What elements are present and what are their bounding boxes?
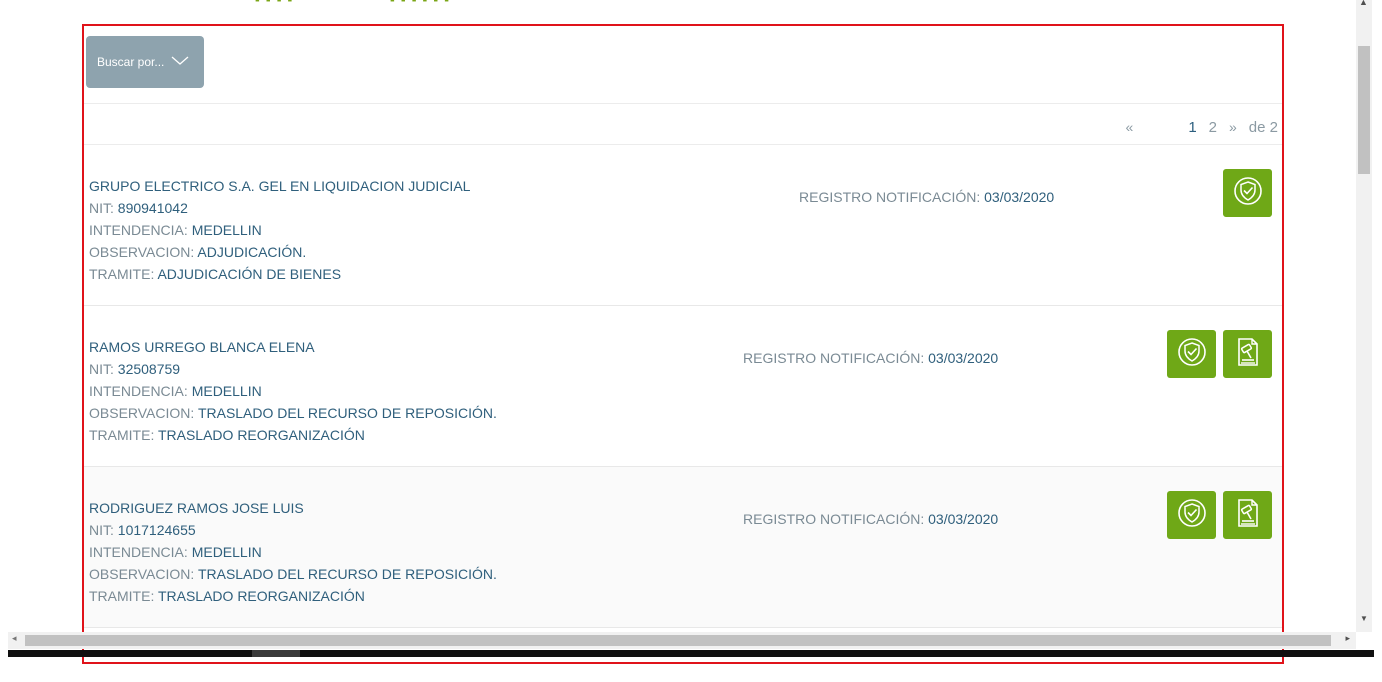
entity-name[interactable]: RAMOS URREGO BLANCA ELENA [89, 339, 315, 355]
tramite-label: TRAMITE: [89, 427, 158, 443]
vertical-scroll-thumb[interactable] [1358, 46, 1370, 174]
tramite-label: TRAMITE: [89, 588, 158, 604]
gavel-document-icon [1233, 497, 1263, 534]
search-by-label: Buscar por... [97, 55, 165, 69]
nit-label: NIT: [89, 361, 118, 377]
result-info: RODRIGUEZ RAMOS JOSE LUIS NIT: 101712465… [89, 497, 497, 607]
intendencia-value: MEDELLIN [191, 222, 262, 238]
scroll-up-icon[interactable]: ▲ [1359, 0, 1368, 7]
tramite-label: TRAMITE: [89, 266, 158, 282]
registro-notificacion: REGISTRO NOTIFICACIÓN: 03/03/2020 [743, 511, 998, 527]
cut-off-header-text: ▪ ▪ ▪ ▪ ▪ ▪ ▪ ▪ ▪ ▪ [0, 0, 1350, 7]
tramite-value: TRASLADO REORGANIZACIÓN [157, 588, 365, 604]
pagination: « 1 2 » de 2 [1126, 117, 1278, 137]
intendencia-value: MEDELLIN [191, 544, 262, 560]
taskbar-item[interactable] [252, 650, 300, 657]
horizontal-scroll-thumb[interactable] [25, 635, 1331, 646]
divider [84, 103, 1282, 104]
registro-date: 03/03/2020 [928, 350, 999, 366]
pagination-page-2[interactable]: 2 [1209, 119, 1217, 136]
legal-document-button[interactable] [1223, 491, 1272, 539]
scroll-right-icon[interactable]: ▸ [1345, 633, 1350, 644]
vertical-scrollbar[interactable]: ▲ ▼ [1356, 0, 1372, 632]
pagination-page-1[interactable]: 1 [1188, 119, 1196, 136]
registro-date: 03/03/2020 [984, 189, 1055, 205]
scroll-down-icon[interactable]: ▼ [1360, 614, 1368, 623]
search-by-dropdown[interactable]: Buscar por... [86, 36, 204, 88]
horizontal-scrollbar[interactable]: ◂ ▸ [8, 632, 1356, 649]
shield-check-icon [1233, 176, 1263, 211]
observacion-value: ADJUDICACIÓN. [197, 244, 307, 260]
intendencia-label: INTENDENCIA: [89, 222, 192, 238]
registro-label: REGISTRO NOTIFICACIÓN: [799, 189, 985, 205]
pagination-total: de 2 [1248, 118, 1278, 136]
gavel-document-icon [1233, 336, 1263, 373]
shield-check-icon [1177, 337, 1207, 372]
tramite-value: TRASLADO REORGANIZACIÓN [157, 427, 365, 443]
registro-date: 03/03/2020 [928, 511, 999, 527]
pagination-next[interactable]: » [1229, 119, 1237, 135]
observacion-label: OBSERVACION: [89, 566, 198, 582]
observacion-value: TRASLADO DEL RECURSO DE REPOSICIÓN. [197, 566, 497, 582]
scroll-left-icon[interactable]: ◂ [12, 633, 17, 644]
intendencia-label: INTENDENCIA: [89, 544, 192, 560]
registro-label: REGISTRO NOTIFICACIÓN: [743, 511, 929, 527]
result-row: GRUPO ELECTRICO S.A. GEL EN LIQUIDACION … [84, 145, 1282, 306]
result-row: RODRIGUEZ RAMOS JOSE LUIS NIT: 101712465… [84, 467, 1282, 628]
registro-notificacion: REGISTRO NOTIFICACIÓN: 03/03/2020 [799, 189, 1054, 205]
entity-name[interactable]: RODRIGUEZ RAMOS JOSE LUIS [89, 500, 304, 516]
entity-name[interactable]: GRUPO ELECTRICO S.A. GEL EN LIQUIDACION … [89, 178, 470, 194]
results-panel: Buscar por... « 1 2 » de 2 GRUPO ELECTRI… [82, 24, 1284, 664]
shield-check-icon [1177, 498, 1207, 533]
intendencia-label: INTENDENCIA: [89, 383, 192, 399]
verify-button[interactable] [1223, 169, 1272, 217]
pagination-prev[interactable]: « [1126, 119, 1134, 135]
browser-viewport: ▪ ▪ ▪ ▪ ▪ ▪ ▪ ▪ ▪ ▪ Buscar por... « 1 2 … [0, 0, 1382, 682]
verify-button[interactable] [1167, 491, 1216, 539]
result-info: RAMOS URREGO BLANCA ELENA NIT: 32508759 … [89, 336, 497, 446]
observacion-label: OBSERVACION: [89, 244, 198, 260]
nit-value: 890941042 [117, 200, 188, 216]
nit-label: NIT: [89, 522, 118, 538]
legal-document-button[interactable] [1223, 330, 1272, 378]
tramite-value: ADJUDICACIÓN DE BIENES [157, 266, 342, 282]
registro-notificacion: REGISTRO NOTIFICACIÓN: 03/03/2020 [743, 350, 998, 366]
result-row: RAMOS URREGO BLANCA ELENA NIT: 32508759 … [84, 306, 1282, 467]
taskbar [8, 650, 1374, 657]
nit-label: NIT: [89, 200, 118, 216]
registro-label: REGISTRO NOTIFICACIÓN: [743, 350, 929, 366]
nit-value: 1017124655 [117, 522, 196, 538]
nit-value: 32508759 [117, 361, 181, 377]
observacion-label: OBSERVACION: [89, 405, 198, 421]
verify-button[interactable] [1167, 330, 1216, 378]
intendencia-value: MEDELLIN [191, 383, 262, 399]
result-info: GRUPO ELECTRICO S.A. GEL EN LIQUIDACION … [89, 175, 470, 285]
observacion-value: TRASLADO DEL RECURSO DE REPOSICIÓN. [197, 405, 497, 421]
chevron-down-icon [171, 55, 189, 69]
